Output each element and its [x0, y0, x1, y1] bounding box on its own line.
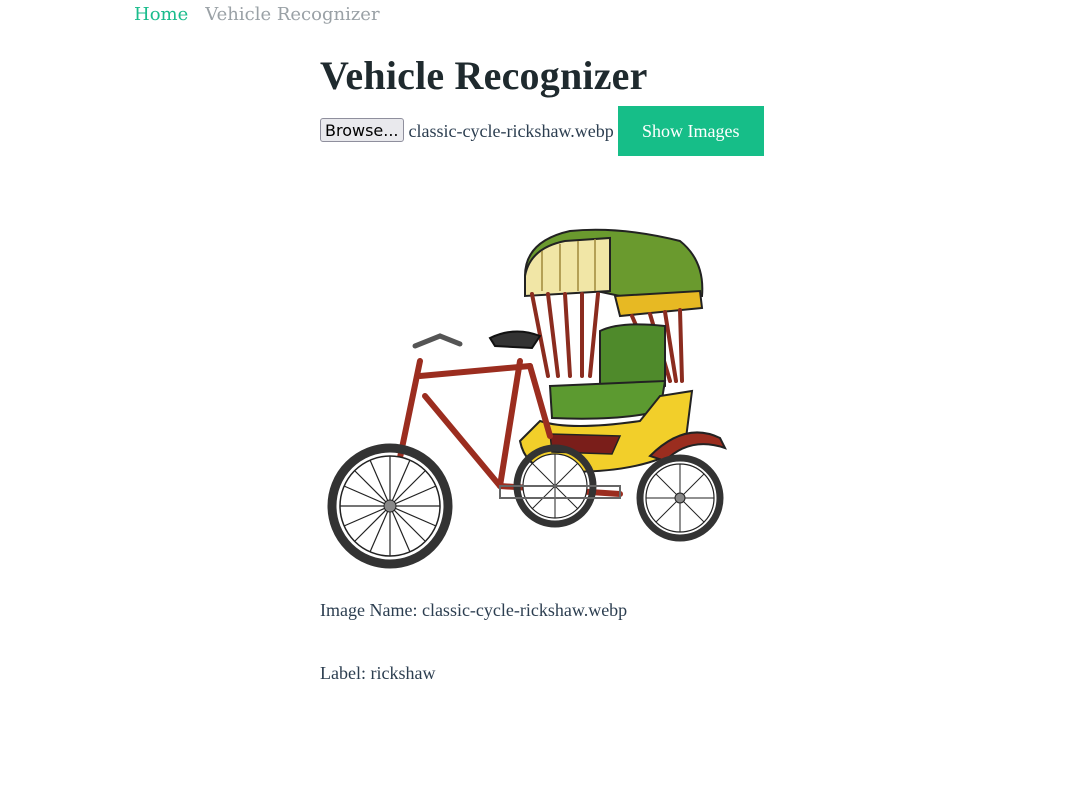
label-text: Label: rickshaw [320, 663, 436, 683]
breadcrumb-current: Vehicle Recognizer [205, 4, 380, 25]
uploaded-image-preview [320, 186, 740, 576]
page-title: Vehicle Recognizer [320, 53, 648, 98]
breadcrumb-home-link[interactable]: Home [134, 4, 188, 25]
browse-button[interactable]: Browse... [320, 118, 404, 142]
image-name-text: Image Name: classic-cycle-rickshaw.webp [320, 600, 628, 620]
selected-file-name: classic-cycle-rickshaw.webp [408, 120, 614, 141]
rickshaw-illustration [327, 228, 727, 569]
show-images-button[interactable]: Show Images [617, 106, 764, 156]
upload-form: Browse... classic-cycle-rickshaw.webp Sh… [320, 106, 920, 156]
main-content: Vehicle Recognizer Browse... classic-cyc… [320, 52, 920, 683]
breadcrumb: Home Vehicle Recognizer [134, 4, 380, 25]
